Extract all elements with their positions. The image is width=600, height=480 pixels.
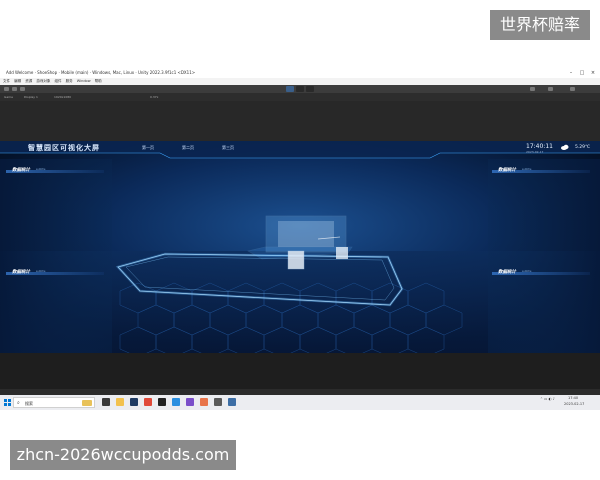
watermark-bottom: zhcn-2026wccupodds.com bbox=[10, 440, 236, 470]
visual-studio-icon[interactable] bbox=[186, 398, 194, 406]
chrome-icon[interactable] bbox=[144, 398, 152, 406]
desktop-screen: Add Welcome · ShoeShop · Mobile (main) ·… bbox=[0, 68, 600, 410]
unity-toolbar bbox=[0, 85, 600, 93]
tab-page-2[interactable]: 第二页 bbox=[182, 145, 194, 151]
play-button[interactable] bbox=[286, 86, 294, 92]
task-view-icon[interactable] bbox=[102, 398, 110, 406]
taskbar-search-input[interactable]: ⌕ 搜索 bbox=[13, 397, 95, 408]
search-icon: ⌕ bbox=[17, 400, 20, 406]
menu-component[interactable]: 组件 bbox=[55, 79, 62, 83]
panel-subtitle: subtitle bbox=[522, 168, 532, 171]
vscode-icon[interactable] bbox=[172, 398, 180, 406]
collab-icon[interactable] bbox=[20, 87, 25, 91]
menu-help[interactable]: 帮助 bbox=[95, 79, 102, 83]
menu-window[interactable]: Window bbox=[77, 79, 91, 83]
panel-subtitle: subtitle bbox=[36, 168, 46, 171]
app-icon[interactable] bbox=[228, 398, 236, 406]
panel-header-right-bottom: 数据统计 subtitle bbox=[492, 269, 590, 276]
tab-page-3[interactable]: 第三页 bbox=[222, 145, 234, 151]
panel-subtitle: subtitle bbox=[522, 270, 532, 273]
menu-gameobject[interactable]: 游戏对象 bbox=[36, 79, 50, 83]
app-icon[interactable] bbox=[200, 398, 208, 406]
panel-header-right-top: 数据统计 subtitle bbox=[492, 167, 590, 174]
panel-title: 数据统计 bbox=[12, 168, 30, 173]
window-titlebar: Add Welcome · ShoeShop · Mobile (main) ·… bbox=[0, 68, 600, 78]
account-icon[interactable] bbox=[4, 87, 9, 91]
clock-date: 2023-02-17 bbox=[526, 150, 544, 154]
search-highlight-icon bbox=[82, 400, 92, 406]
window-title: Add Welcome · ShoeShop · Mobile (main) ·… bbox=[6, 70, 196, 75]
panel-title: 数据统计 bbox=[12, 270, 30, 275]
panel-subtitle: subtitle bbox=[36, 270, 46, 273]
windows-taskbar: ⌕ 搜索 ⌃ ▭ ◐ ♪ 17:40 2023-02-17 bbox=[0, 395, 600, 410]
step-button[interactable] bbox=[306, 86, 314, 92]
tab-page-1[interactable]: 第一页 bbox=[142, 145, 154, 151]
menu-assets[interactable]: 资源 bbox=[25, 79, 32, 83]
search-icon[interactable] bbox=[530, 87, 535, 91]
file-explorer-icon[interactable] bbox=[116, 398, 124, 406]
panel-header-left-bottom: 数据统计 subtitle bbox=[6, 269, 104, 276]
taskbar-time[interactable]: 17:40 bbox=[568, 396, 578, 400]
tray-icons[interactable]: ⌃ ▭ ◐ ♪ bbox=[540, 397, 555, 401]
layout-icon[interactable] bbox=[570, 87, 575, 91]
minimize-button[interactable]: – bbox=[566, 68, 576, 78]
editor-bottom-area bbox=[0, 353, 600, 393]
app-icon[interactable] bbox=[214, 398, 222, 406]
scale-label[interactable]: 0.37x bbox=[150, 93, 158, 101]
resolution-select[interactable]: 1920x1080 bbox=[54, 93, 71, 101]
menu-services[interactable]: 服务 bbox=[66, 79, 73, 83]
panel-title: 数据统计 bbox=[498, 168, 516, 173]
taskbar-date[interactable]: 2023-02-17 bbox=[564, 402, 584, 406]
temperature: 5.29℃ bbox=[575, 145, 591, 150]
search-placeholder: 搜索 bbox=[25, 400, 33, 406]
panel-header-left-top: 数据统计 subtitle bbox=[6, 167, 104, 174]
play-controls bbox=[286, 86, 316, 92]
pause-button[interactable] bbox=[296, 86, 304, 92]
clock-time: 17:40:11 bbox=[526, 143, 553, 150]
layers-icon[interactable] bbox=[548, 87, 553, 91]
menu-file[interactable]: 文件 bbox=[3, 79, 10, 83]
game-view-toolbar: Game Display 1 1920x1080 0.37x bbox=[0, 93, 600, 101]
panel-title: 数据统计 bbox=[498, 270, 516, 275]
dashboard-title: 智慧园区可视化大屏 bbox=[28, 144, 100, 152]
watermark-top: 世界杯赔率 bbox=[490, 10, 590, 40]
menubar: 文件 编辑 资源 游戏对象 组件 服务 Window 帮助 bbox=[0, 78, 600, 85]
display-select[interactable]: Display 1 bbox=[24, 93, 38, 101]
cloud-icon bbox=[561, 144, 569, 150]
terminal-icon[interactable] bbox=[130, 398, 138, 406]
windows-start-icon[interactable] bbox=[2, 397, 13, 408]
menu-edit[interactable]: 编辑 bbox=[14, 79, 21, 83]
unity-icon[interactable] bbox=[158, 398, 166, 406]
editor-empty-area bbox=[0, 101, 600, 141]
game-tab[interactable]: Game bbox=[4, 93, 13, 101]
cloud-icon[interactable] bbox=[12, 87, 17, 91]
maximize-button[interactable]: □ bbox=[577, 68, 587, 78]
close-button[interactable]: × bbox=[588, 68, 598, 78]
game-view: 智慧园区可视化大屏 第一页 第二页 第三页 17:40:11 2023-02-1… bbox=[0, 141, 600, 353]
